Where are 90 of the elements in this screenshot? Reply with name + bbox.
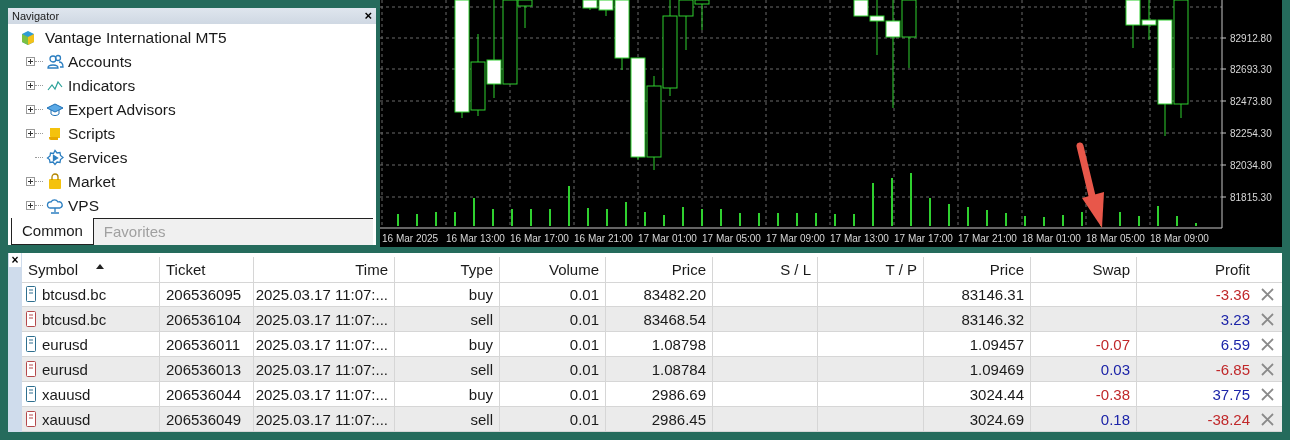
tree-item[interactable]: Indicators [68,76,136,95]
close-icon[interactable] [1260,312,1274,326]
table-cell: sell [395,407,500,432]
price-axis-label: 82254.30 [1230,128,1272,139]
price-axis-label: 82693.30 [1230,64,1272,75]
time-axis-label: 16 Mar 2025 [382,233,439,244]
panel-title: Navigator [12,9,60,22]
column-header[interactable]: Volume [500,257,606,283]
tree-item[interactable]: Services [68,148,128,167]
gear-icon [46,148,64,167]
expand-icon[interactable] [26,105,35,115]
sort-arrow-icon [96,264,105,269]
close-icon[interactable] [1260,412,1274,426]
tree-item[interactable]: VPS [68,196,99,215]
table-cell: btcusd.bc [42,310,107,328]
close-icon[interactable] [1260,337,1274,351]
column-header[interactable]: Profit [1137,257,1282,283]
table-cell: 2025.03.17 11:07:... [254,407,395,432]
time-axis-label: 17 Mar 21:00 [958,233,1017,244]
table-cell: 3024.69 [924,407,1031,432]
column-header[interactable]: S / L [713,257,818,283]
time-axis-label: 16 Mar 21:00 [574,233,633,244]
time-axis-label: 17 Mar 09:00 [766,233,825,244]
close-icon[interactable] [1260,287,1274,301]
time-axis-label: 18 Mar 09:00 [1150,233,1209,244]
table-cell: 0.01 [500,307,606,332]
column-header[interactable]: Price [924,257,1031,283]
close-button[interactable]: × [9,253,21,267]
expand-icon[interactable] [26,177,35,187]
price-axis-label: 82912.80 [1230,33,1272,44]
table-cell: 2025.03.17 11:07:... [254,307,395,332]
table-cell: 83468.54 [606,307,713,332]
table-cell: 0.18 [1031,407,1137,432]
column-header[interactable]: Ticket [160,257,254,283]
candle [1125,0,1141,49]
bag-icon [46,172,64,191]
price-axis-label: 82034.80 [1230,160,1272,171]
expand-icon[interactable] [26,201,35,211]
table-cell: 2986.45 [606,407,713,432]
accounts-icon [46,52,64,71]
close-button[interactable]: × [364,9,372,23]
table-cell: 0.01 [500,357,606,382]
table-cell: eurusd [42,360,88,378]
table-cell: 206536013 [160,357,254,382]
cloud-icon [46,196,64,215]
column-header[interactable]: Type [395,257,500,283]
table-cell: 1.08784 [606,357,713,382]
expand-icon[interactable] [26,81,35,91]
time-axis-label: 17 Mar 05:00 [702,233,761,244]
table-cell: -38.24 [1137,407,1252,432]
time-axis-label: 18 Mar 05:00 [1086,233,1145,244]
table-cell: sell [395,307,500,332]
column-header[interactable]: Symbol [22,257,160,283]
column-header[interactable]: Price [606,257,713,283]
close-icon[interactable] [1260,362,1274,376]
table-cell: xauusd [42,385,91,403]
time-axis-label: 16 Mar 17:00 [510,233,569,244]
table-cell: 2025.03.17 11:07:... [254,357,395,382]
column-header[interactable]: Time [254,257,395,283]
time-axis-label: 17 Mar 01:00 [638,233,697,244]
table-cell: 206536104 [160,307,254,332]
tree-item[interactable]: Scripts [68,124,116,143]
price-axis-label: 82473.80 [1230,96,1272,107]
table-cell: eurusd [42,335,88,353]
table-cell: 3.23 [1137,307,1252,332]
expand-icon[interactable] [26,129,35,139]
column-header[interactable]: T / P [818,257,924,283]
time-axis-label: 17 Mar 17:00 [894,233,953,244]
table-cell: -6.85 [1137,357,1252,382]
table-cell: 206536049 [160,407,254,432]
cube-logo-icon [20,29,36,46]
tree-item[interactable]: Market [68,172,116,191]
time-axis-label: 17 Mar 13:00 [830,233,889,244]
tree-item[interactable]: Vantage International MT5 [45,28,227,47]
table-cell: sell [395,357,500,382]
price-axis-label: 81815.30 [1230,192,1272,203]
table-cell: 0.01 [500,407,606,432]
table-cell: 0.03 [1031,357,1137,382]
close-icon[interactable] [1260,387,1274,401]
time-axis-label: 16 Mar 13:00 [446,233,505,244]
time-axis-label: 18 Mar 01:00 [1022,233,1081,244]
tree-item[interactable]: Expert Advisors [68,100,176,119]
table-cell: btcusd.bc [42,285,107,303]
column-header[interactable]: Swap [1031,257,1137,283]
table-cell: 1.09469 [924,357,1031,382]
table-cell: xauusd [42,410,91,428]
table-cell: 83146.32 [924,307,1031,332]
expand-icon[interactable] [26,57,35,67]
panel-tab[interactable]: Common [11,217,94,245]
tree-item[interactable]: Accounts [68,52,132,71]
